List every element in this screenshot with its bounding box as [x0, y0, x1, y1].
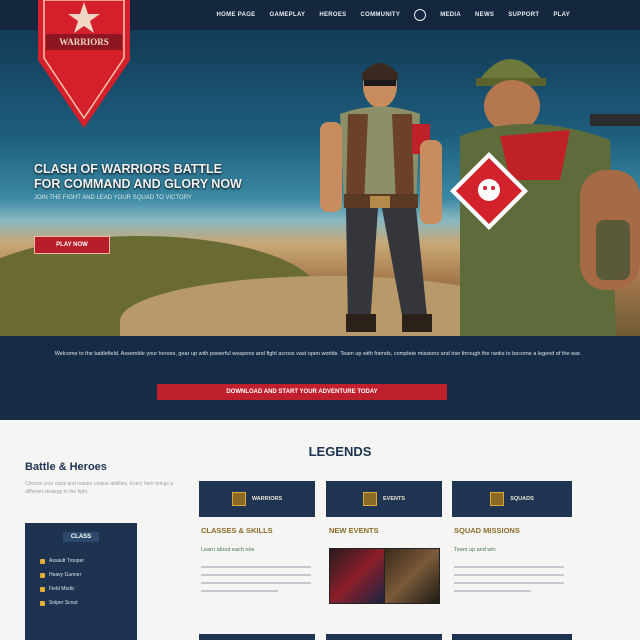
hero-title-line-2: FOR COMMAND AND GLORY NOW — [34, 177, 242, 191]
faction-emblem-icon — [450, 152, 528, 230]
class-item-label: Field Medic — [49, 586, 75, 592]
nav-play[interactable]: PLAY — [553, 12, 570, 18]
scroll-icon — [362, 492, 377, 506]
nav-heroes[interactable]: HEROES — [319, 12, 346, 18]
card-header-1[interactable]: WARRIORS — [199, 481, 315, 517]
class-item[interactable]: Assault Trooper — [40, 554, 130, 568]
globe-icon[interactable] — [414, 9, 427, 21]
nav-gameplay[interactable]: GAMEPLAY — [269, 12, 305, 18]
shield-icon — [490, 492, 505, 506]
class-item[interactable]: Heavy Gunner — [40, 568, 130, 582]
hero-subtitle: JOIN THE FIGHT AND LEAD YOUR SQUAD TO VI… — [34, 195, 192, 201]
card-title[interactable]: SQUAD MISSIONS — [454, 526, 520, 535]
nav-news[interactable]: NEWS — [475, 12, 494, 18]
bullet-icon — [40, 586, 45, 592]
event-thumbnail[interactable] — [329, 548, 385, 604]
nav-media[interactable]: MEDIA — [440, 12, 461, 18]
card-header-2[interactable]: EVENTS — [326, 481, 442, 517]
section-title: LEGENDS — [308, 444, 372, 459]
hero-text-block: CLASH OF WARRIORS BATTLE FOR COMMAND AND… — [34, 162, 294, 201]
card-subtitle: Team up and win — [454, 547, 496, 553]
main-nav: HOME PAGE GAMEPLAY HEROES COMMUNITY MEDI… — [217, 0, 570, 30]
event-thumbnail[interactable] — [384, 548, 440, 604]
card-text-lines — [201, 566, 311, 598]
card-title[interactable]: CLASSES & SKILLS — [201, 526, 273, 535]
download-button[interactable]: DOWNLOAD AND START YOUR ADVENTURE TODAY — [157, 384, 447, 400]
intro-band — [0, 336, 640, 420]
card-text-lines — [454, 566, 564, 598]
class-list: Assault Trooper Heavy Gunner Field Medic… — [40, 554, 130, 610]
nav-home[interactable]: HOME PAGE — [217, 12, 256, 18]
class-item[interactable]: Field Medic — [40, 582, 130, 596]
card-footer — [326, 634, 442, 640]
class-item[interactable]: Sniper Scout — [40, 596, 130, 610]
sword-icon — [231, 492, 246, 506]
card-subtitle: Learn about each role — [201, 547, 255, 553]
card-header-3[interactable]: SQUADS — [452, 481, 572, 517]
logo-banner[interactable]: WARRIORS — [38, 0, 130, 128]
left-heading: Battle & Heroes — [25, 461, 107, 473]
class-item-label: Assault Trooper — [49, 558, 85, 564]
nav-community[interactable]: COMMUNITY — [360, 12, 400, 18]
card-title[interactable]: NEW EVENTS — [329, 526, 379, 535]
class-item-label: Sniper Scout — [49, 600, 78, 606]
card-header-label: EVENTS — [382, 496, 405, 502]
left-paragraph: Choose your class and master unique abil… — [25, 481, 174, 495]
soldier-illustration — [320, 63, 442, 332]
card-header-label: SQUADS — [510, 496, 534, 502]
card-footer — [199, 634, 315, 640]
class-tag: CLASS — [63, 532, 99, 542]
intro-band-text: Welcome to the battlefield. Assemble you… — [54, 351, 582, 357]
logo-text: WARRIORS — [59, 37, 109, 47]
hero-title-line-1: CLASH OF WARRIORS BATTLE — [34, 162, 222, 176]
card-header-label: WARRIORS — [251, 496, 283, 502]
bullet-icon — [40, 558, 45, 564]
hero-play-button[interactable]: PLAY NOW — [34, 236, 110, 254]
nav-support[interactable]: SUPPORT — [508, 12, 539, 18]
card-footer — [452, 634, 572, 640]
bullet-icon — [40, 600, 45, 606]
class-item-label: Heavy Gunner — [49, 572, 82, 578]
bullet-icon — [40, 572, 45, 578]
